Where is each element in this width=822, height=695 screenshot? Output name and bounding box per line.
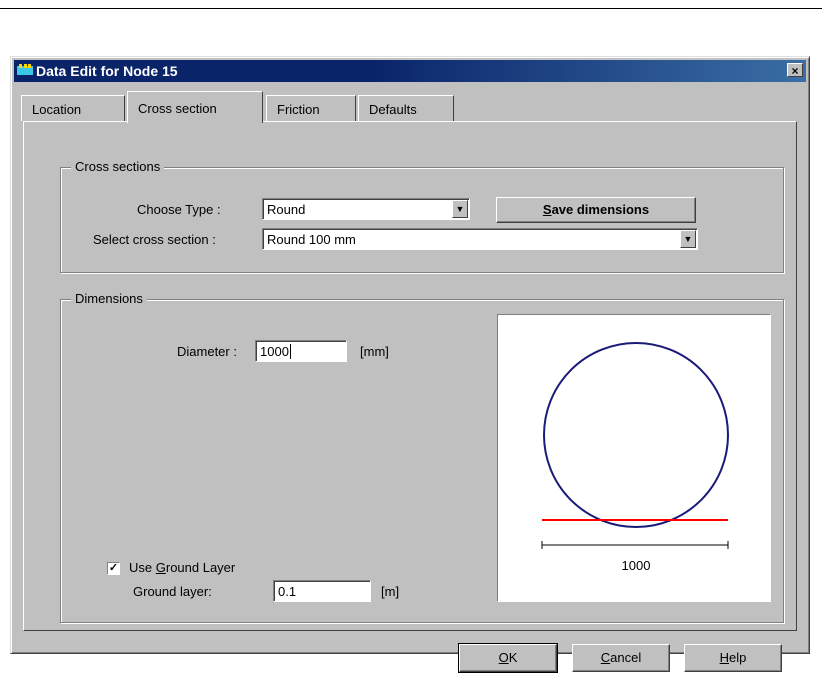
choose-type-select[interactable]: Round ▼ bbox=[262, 198, 470, 220]
title-bar[interactable]: Data Edit for Node 15 × bbox=[14, 60, 806, 82]
save-mnemonic: S bbox=[542, 202, 552, 217]
tab-location[interactable]: Location bbox=[21, 95, 125, 121]
cross-section-panel: Cross sections Choose Type : Round ▼ Sav… bbox=[23, 121, 797, 631]
pipe-circle bbox=[543, 342, 729, 528]
dimensions-group: Dimensions Diameter : 1000 [mm] ✓ Use Gr… bbox=[60, 291, 784, 623]
dialog-window: Data Edit for Node 15 × Location Cross s… bbox=[10, 56, 810, 673]
close-icon: × bbox=[791, 64, 799, 78]
diameter-label: Diameter : bbox=[177, 344, 237, 359]
use-ground-mnemonic: G bbox=[155, 560, 166, 575]
check-icon: ✓ bbox=[108, 562, 119, 574]
chevron-down-icon[interactable]: ▼ bbox=[452, 200, 468, 218]
cancel-mnemonic: C bbox=[600, 650, 611, 665]
help-mnemonic: H bbox=[719, 650, 730, 665]
ok-label: K bbox=[508, 650, 518, 665]
cancel-label: ancel bbox=[610, 650, 642, 665]
ground-layer-unit: [m] bbox=[381, 584, 400, 599]
app-icon bbox=[17, 64, 33, 75]
window-title: Data Edit for Node 15 bbox=[36, 63, 178, 79]
select-section-label: Select cross section : bbox=[93, 232, 216, 247]
use-ground-layer-label[interactable]: Use Ground Layer bbox=[129, 560, 235, 575]
ground-layer-label: Ground layer: bbox=[133, 584, 212, 599]
tab-defaults[interactable]: Defaults bbox=[358, 95, 454, 121]
cross-sections-group: Cross sections Choose Type : Round ▼ Sav… bbox=[60, 159, 784, 273]
tab-label: Location bbox=[32, 102, 82, 117]
save-dimensions-button[interactable]: Save dimensions bbox=[496, 197, 696, 223]
choose-type-label: Choose Type : bbox=[137, 202, 221, 217]
page-top-rule bbox=[0, 8, 822, 9]
save-label: ave dimensions bbox=[551, 202, 650, 217]
tab-label: Cross section bbox=[138, 101, 217, 116]
dimension-label: 1000 bbox=[622, 558, 651, 573]
diameter-input[interactable]: 1000 bbox=[255, 340, 347, 362]
cancel-button[interactable]: Cancel bbox=[572, 644, 670, 672]
text-cursor bbox=[289, 344, 291, 359]
ground-layer-value: 0.1 bbox=[278, 584, 297, 599]
tab-label: Friction bbox=[277, 102, 320, 117]
chevron-down-icon[interactable]: ▼ bbox=[680, 230, 696, 248]
cross-sections-group-label: Cross sections bbox=[71, 159, 165, 174]
tab-friction[interactable]: Friction bbox=[266, 95, 356, 121]
cross-section-preview: 1000 bbox=[497, 314, 771, 602]
use-ground-layer-checkbox[interactable]: ✓ bbox=[107, 562, 120, 575]
tab-label: Defaults bbox=[369, 102, 417, 117]
choose-type-value: Round bbox=[267, 202, 306, 217]
dimensions-group-label: Dimensions bbox=[71, 291, 147, 306]
ground-layer-input[interactable]: 0.1 bbox=[273, 580, 371, 602]
help-label: elp bbox=[729, 650, 747, 665]
select-section-value: Round 100 mm bbox=[267, 232, 356, 247]
use-ground-prefix: Use bbox=[129, 560, 156, 575]
diameter-unit: [mm] bbox=[360, 344, 389, 359]
ok-mnemonic: O bbox=[498, 650, 509, 665]
tab-cross-section[interactable]: Cross section bbox=[127, 91, 263, 123]
select-section-select[interactable]: Round 100 mm ▼ bbox=[262, 228, 698, 250]
close-button[interactable]: × bbox=[787, 63, 803, 78]
ok-button[interactable]: OK bbox=[458, 643, 558, 673]
preview-drawing: 1000 bbox=[541, 342, 729, 573]
use-ground-rest: round Layer bbox=[165, 560, 236, 575]
help-button[interactable]: Help bbox=[684, 644, 782, 672]
diameter-value: 1000 bbox=[260, 344, 289, 359]
